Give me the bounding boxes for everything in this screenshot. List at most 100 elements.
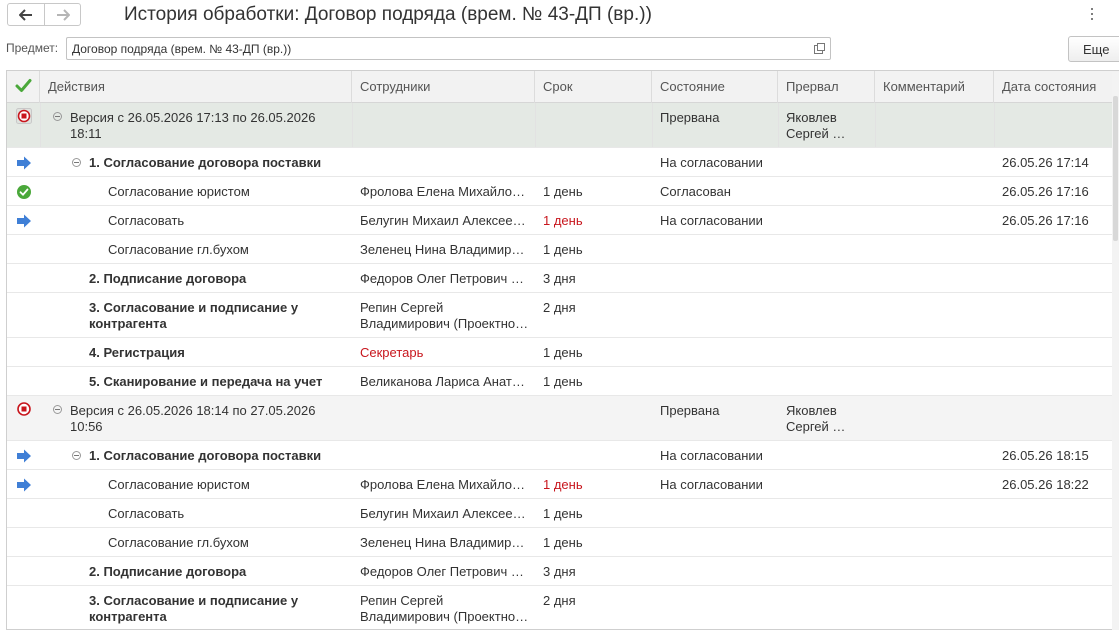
row-action: Согласование юристом [108, 184, 250, 199]
row-employees: Репин Сергей Владимирович (Проектно… [360, 300, 529, 331]
row-action: Версия с 26.05.2026 18:14 по 27.05.2026 … [70, 403, 316, 434]
page-title: История обработки: Договор подряда (врем… [124, 4, 652, 25]
interrupted-status-icon [17, 402, 31, 416]
table-row-stage[interactable]: 4. Регистрация Секретарь 1 день [7, 338, 1119, 367]
row-term: 3 дня [543, 564, 576, 579]
column-header-state[interactable]: Состояние [652, 71, 778, 103]
table-row-task[interactable]: Согласование юристом Фролова Елена Михай… [7, 470, 1119, 499]
row-term: 1 день [543, 345, 583, 360]
row-state: Прервана [660, 110, 720, 125]
row-state-date: 26.05.26 18:15 [1002, 448, 1089, 463]
row-term-overdue: 1 день [543, 477, 583, 492]
table-row-task[interactable]: Согласование гл.бухом Зеленец Нина Влади… [7, 235, 1119, 264]
arrow-left-icon [19, 8, 32, 21]
subject-field[interactable] [66, 37, 831, 60]
arrow-right-blue-icon [17, 156, 31, 170]
column-header-term[interactable]: Срок [535, 71, 652, 103]
row-employees: Великанова Лариса Анат… [360, 374, 525, 389]
row-state: На согласовании [660, 448, 763, 463]
table-row-stage[interactable]: 3. Согласование и подписание у контраген… [7, 586, 1119, 629]
row-action: Согласование юристом [108, 477, 250, 492]
row-employees: Федоров Олег Петрович … [360, 564, 524, 579]
open-object-icon[interactable] [813, 42, 826, 55]
row-state-date: 26.05.26 17:16 [1002, 184, 1089, 199]
collapse-icon[interactable] [72, 451, 81, 460]
column-header-comment[interactable]: Комментарий [875, 71, 994, 103]
row-state: Согласован [660, 184, 731, 199]
arrow-right-blue-icon [17, 478, 31, 492]
row-employees: Белугин Михаил Алексее… [360, 506, 526, 521]
table-row-task[interactable]: Согласовать Белугин Михаил Алексее… 1 де… [7, 206, 1119, 235]
interrupted-status-icon [16, 108, 32, 124]
table-row-stage[interactable]: 5. Сканирование и передача на учет Велик… [7, 367, 1119, 396]
subject-label: Предмет: [6, 41, 59, 55]
more-actions-menu-icon[interactable] [1087, 6, 1097, 22]
row-state-date: 26.05.26 18:22 [1002, 477, 1089, 492]
row-term: 1 день [543, 374, 583, 389]
check-mark-icon [15, 79, 32, 92]
row-employees: Репин Сергей Владимирович (Проектно… [360, 593, 529, 624]
scrollbar-thumb[interactable] [1113, 96, 1118, 241]
table-row-stage[interactable]: 1. Согласование договора поставки На сог… [7, 441, 1119, 470]
row-state-date: 26.05.26 17:14 [1002, 155, 1089, 170]
row-action: 4. Регистрация [89, 345, 185, 360]
row-state-date: 26.05.26 17:16 [1002, 213, 1089, 228]
table-row-task[interactable]: Согласование гл.бухом Зеленец Нина Влади… [7, 528, 1119, 557]
row-interrupted: Яковлев Сергей … [786, 403, 846, 434]
row-action: 1. Согласование договора поставки [89, 448, 322, 463]
row-interrupted: Яковлев Сергей … [786, 110, 846, 141]
row-action: 3. Согласование и подписание у контраген… [89, 593, 299, 624]
table-row-stage[interactable]: 1. Согласование договора поставки На сог… [7, 148, 1119, 177]
column-header-interrupted[interactable]: Прервал [778, 71, 875, 103]
collapse-icon[interactable] [53, 405, 62, 414]
row-employees: Белугин Михаил Алексее… [360, 213, 526, 228]
table-row-version[interactable]: Версия с 26.05.2026 17:13 по 26.05.2026 … [7, 103, 1119, 148]
collapse-icon[interactable] [53, 112, 62, 121]
row-action: Версия с 26.05.2026 17:13 по 26.05.2026 … [70, 110, 316, 141]
table-row-stage[interactable]: 2. Подписание договора Федоров Олег Петр… [7, 557, 1119, 586]
row-action: 3. Согласование и подписание у контраген… [89, 300, 299, 331]
row-action: Согласование гл.бухом [108, 535, 249, 550]
header-status-col[interactable] [7, 71, 40, 103]
row-action: Согласовать [108, 506, 185, 521]
row-employees: Фролова Елена Михайло… [360, 184, 526, 199]
table-row-stage[interactable]: 2. Подписание договора Федоров Олег Петр… [7, 264, 1119, 293]
row-action: 1. Согласование договора поставки [89, 155, 322, 170]
table-row-task[interactable]: Согласование юристом Фролова Елена Михай… [7, 177, 1119, 206]
row-action: 2. Подписание договора [89, 564, 247, 579]
column-header-state-date[interactable]: Дата состояния [994, 71, 1119, 103]
table-header: Действия Сотрудники Срок Состояние Прерв… [7, 71, 1119, 103]
row-action: Согласование гл.бухом [108, 242, 249, 257]
row-term: 1 день [543, 242, 583, 257]
row-employees: Зеленец Нина Владимир… [360, 535, 525, 550]
row-term: 1 день [543, 184, 583, 199]
arrow-right-icon [56, 8, 70, 21]
row-employees-role: Секретарь [360, 345, 424, 360]
row-term: 1 день [543, 535, 583, 550]
column-header-actions[interactable]: Действия [40, 71, 352, 103]
navigation-buttons [7, 3, 81, 26]
row-state: На согласовании [660, 155, 763, 170]
row-employees: Фролова Елена Михайло… [360, 477, 526, 492]
arrow-right-blue-icon [17, 449, 31, 463]
more-button[interactable]: Еще ▼ [1068, 36, 1119, 62]
approved-check-icon [17, 185, 31, 199]
row-term-overdue: 1 день [543, 213, 583, 228]
row-action: 2. Подписание договора [89, 271, 247, 286]
table-row-stage[interactable]: 3. Согласование и подписание у контраген… [7, 293, 1119, 338]
row-state: На согласовании [660, 213, 763, 228]
row-state: Прервана [660, 403, 720, 418]
row-term: 2 дня [543, 593, 576, 608]
row-term: 3 дня [543, 271, 576, 286]
collapse-icon[interactable] [72, 158, 81, 167]
subject-input[interactable] [72, 41, 802, 57]
table-row-task[interactable]: Согласовать Белугин Михаил Алексее… 1 де… [7, 499, 1119, 528]
row-action: 5. Сканирование и передача на учет [89, 374, 323, 389]
forward-button[interactable] [44, 4, 80, 25]
more-button-label: Еще [1083, 42, 1110, 57]
row-employees: Зеленец Нина Владимир… [360, 242, 525, 257]
back-button[interactable] [8, 4, 44, 25]
table-row-version[interactable]: Версия с 26.05.2026 18:14 по 27.05.2026 … [7, 396, 1119, 441]
row-action: Согласовать [108, 213, 185, 228]
column-header-employees[interactable]: Сотрудники [352, 71, 535, 103]
